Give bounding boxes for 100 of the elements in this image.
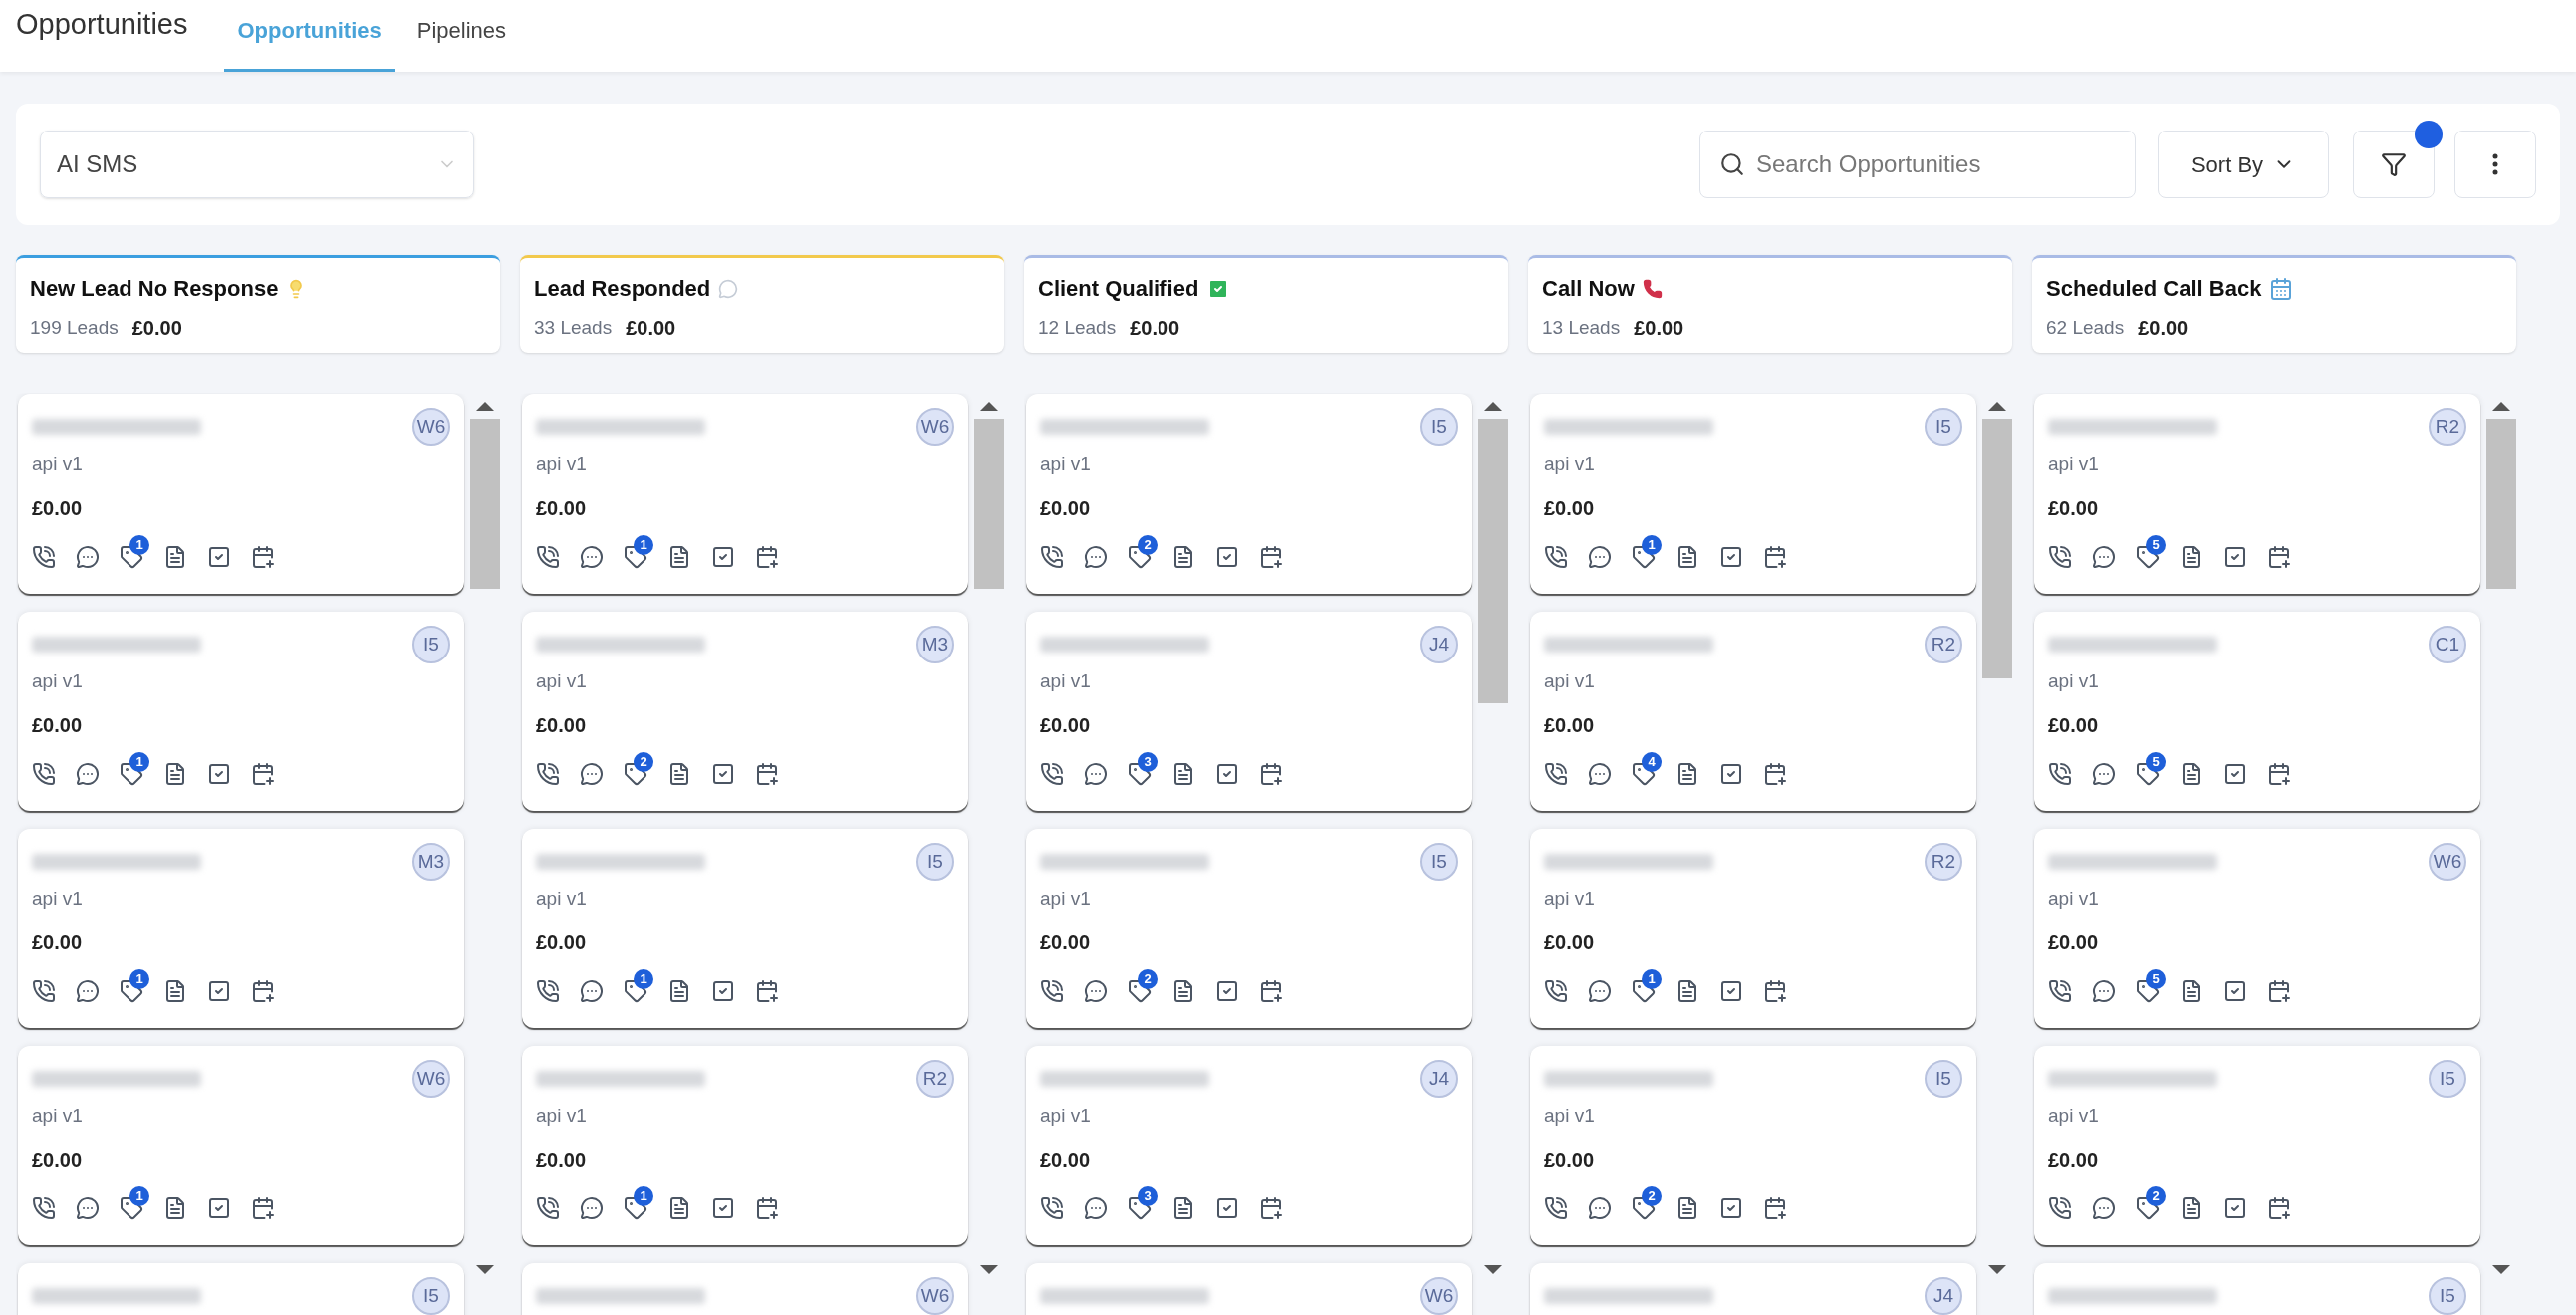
opportunity-card[interactable]: I5 api v1 £0.00 1 — [1530, 394, 1976, 594]
task-check-icon[interactable] — [2223, 1195, 2247, 1220]
phone-call-icon[interactable] — [2048, 761, 2072, 786]
opportunity-card[interactable]: J4 — [1530, 1263, 1976, 1315]
opportunity-card[interactable]: W6 — [522, 1263, 968, 1315]
phone-call-icon[interactable] — [1544, 544, 1568, 569]
chat-icon[interactable] — [580, 761, 604, 786]
phone-call-icon[interactable] — [1040, 761, 1064, 786]
document-icon[interactable] — [2180, 978, 2203, 1003]
chat-icon[interactable] — [76, 978, 100, 1003]
phone-call-icon[interactable] — [1040, 1195, 1064, 1220]
opportunity-card[interactable]: I5 api v1 £0.00 2 — [2034, 1046, 2480, 1245]
task-check-icon[interactable] — [1719, 1195, 1743, 1220]
chat-icon[interactable] — [580, 544, 604, 569]
opportunity-card[interactable]: I5 api v1 £0.00 2 — [1530, 1046, 1976, 1245]
document-icon[interactable] — [2180, 761, 2203, 786]
task-check-icon[interactable] — [711, 761, 735, 786]
task-check-icon[interactable] — [711, 1195, 735, 1220]
task-check-icon[interactable] — [2223, 978, 2247, 1003]
phone-call-icon[interactable] — [536, 1195, 560, 1220]
calendar-add-icon[interactable] — [1763, 544, 1787, 569]
chat-icon[interactable] — [76, 544, 100, 569]
calendar-add-icon[interactable] — [2267, 978, 2291, 1003]
document-icon[interactable] — [667, 978, 691, 1003]
document-icon[interactable] — [667, 544, 691, 569]
calendar-add-icon[interactable] — [755, 1195, 779, 1220]
phone-call-icon[interactable] — [32, 761, 56, 786]
search-field[interactable]: Search Opportunities — [1699, 131, 2136, 198]
opportunity-card[interactable]: R2 api v1 £0.00 4 — [1530, 612, 1976, 811]
chat-icon[interactable] — [76, 761, 100, 786]
calendar-add-icon[interactable] — [755, 761, 779, 786]
opportunity-card[interactable]: J4 api v1 £0.00 3 — [1026, 612, 1472, 811]
phone-call-icon[interactable] — [536, 978, 560, 1003]
calendar-add-icon[interactable] — [755, 978, 779, 1003]
document-icon[interactable] — [667, 1195, 691, 1220]
opportunity-card[interactable]: W6 api v1 £0.00 1 — [18, 1046, 464, 1245]
calendar-add-icon[interactable] — [1259, 978, 1283, 1003]
chat-icon[interactable] — [1588, 761, 1612, 786]
calendar-add-icon[interactable] — [1763, 978, 1787, 1003]
opportunity-card[interactable]: M3 api v1 £0.00 2 — [522, 612, 968, 811]
calendar-add-icon[interactable] — [251, 978, 275, 1003]
document-icon[interactable] — [2180, 1195, 2203, 1220]
document-icon[interactable] — [163, 761, 187, 786]
chat-icon[interactable] — [1588, 544, 1612, 569]
chat-icon[interactable] — [1084, 761, 1108, 786]
document-icon[interactable] — [163, 978, 187, 1003]
task-check-icon[interactable] — [1215, 761, 1239, 786]
chat-icon[interactable] — [580, 1195, 604, 1220]
task-check-icon[interactable] — [207, 978, 231, 1003]
phone-call-icon[interactable] — [1544, 761, 1568, 786]
chat-icon[interactable] — [1084, 544, 1108, 569]
calendar-add-icon[interactable] — [2267, 544, 2291, 569]
tab[interactable]: Pipelines — [402, 14, 520, 72]
phone-call-icon[interactable] — [1040, 544, 1064, 569]
document-icon[interactable] — [1171, 761, 1195, 786]
document-icon[interactable] — [1171, 978, 1195, 1003]
document-icon[interactable] — [1171, 1195, 1195, 1220]
task-check-icon[interactable] — [1719, 978, 1743, 1003]
phone-call-icon[interactable] — [1040, 978, 1064, 1003]
chat-icon[interactable] — [1084, 1195, 1108, 1220]
calendar-add-icon[interactable] — [1259, 1195, 1283, 1220]
document-icon[interactable] — [667, 761, 691, 786]
phone-call-icon[interactable] — [32, 978, 56, 1003]
calendar-add-icon[interactable] — [2267, 1195, 2291, 1220]
document-icon[interactable] — [1675, 544, 1699, 569]
task-check-icon[interactable] — [207, 1195, 231, 1220]
phone-call-icon[interactable] — [2048, 544, 2072, 569]
document-icon[interactable] — [1171, 544, 1195, 569]
opportunity-card[interactable]: I5 api v1 £0.00 1 — [522, 829, 968, 1028]
calendar-add-icon[interactable] — [1763, 1195, 1787, 1220]
document-icon[interactable] — [1675, 1195, 1699, 1220]
calendar-add-icon[interactable] — [755, 544, 779, 569]
chat-icon[interactable] — [1588, 1195, 1612, 1220]
chat-icon[interactable] — [2092, 761, 2116, 786]
chat-icon[interactable] — [2092, 544, 2116, 569]
calendar-add-icon[interactable] — [2267, 761, 2291, 786]
task-check-icon[interactable] — [207, 544, 231, 569]
opportunity-card[interactable]: R2 api v1 £0.00 1 — [1530, 829, 1976, 1028]
phone-call-icon[interactable] — [2048, 1195, 2072, 1220]
chat-icon[interactable] — [76, 1195, 100, 1220]
opportunity-card[interactable]: R2 api v1 £0.00 1 — [522, 1046, 968, 1245]
calendar-add-icon[interactable] — [1259, 761, 1283, 786]
document-icon[interactable] — [1675, 761, 1699, 786]
phone-call-icon[interactable] — [536, 761, 560, 786]
phone-call-icon[interactable] — [32, 544, 56, 569]
opportunity-card[interactable]: C1 api v1 £0.00 5 — [2034, 612, 2480, 811]
task-check-icon[interactable] — [711, 978, 735, 1003]
chat-icon[interactable] — [580, 978, 604, 1003]
task-check-icon[interactable] — [1719, 544, 1743, 569]
document-icon[interactable] — [163, 544, 187, 569]
task-check-icon[interactable] — [1215, 544, 1239, 569]
chat-icon[interactable] — [2092, 978, 2116, 1003]
calendar-add-icon[interactable] — [1763, 761, 1787, 786]
document-icon[interactable] — [163, 1195, 187, 1220]
task-check-icon[interactable] — [1215, 1195, 1239, 1220]
task-check-icon[interactable] — [1719, 761, 1743, 786]
phone-call-icon[interactable] — [1544, 1195, 1568, 1220]
task-check-icon[interactable] — [207, 761, 231, 786]
opportunity-card[interactable]: W6 api v1 £0.00 5 — [2034, 829, 2480, 1028]
task-check-icon[interactable] — [2223, 544, 2247, 569]
